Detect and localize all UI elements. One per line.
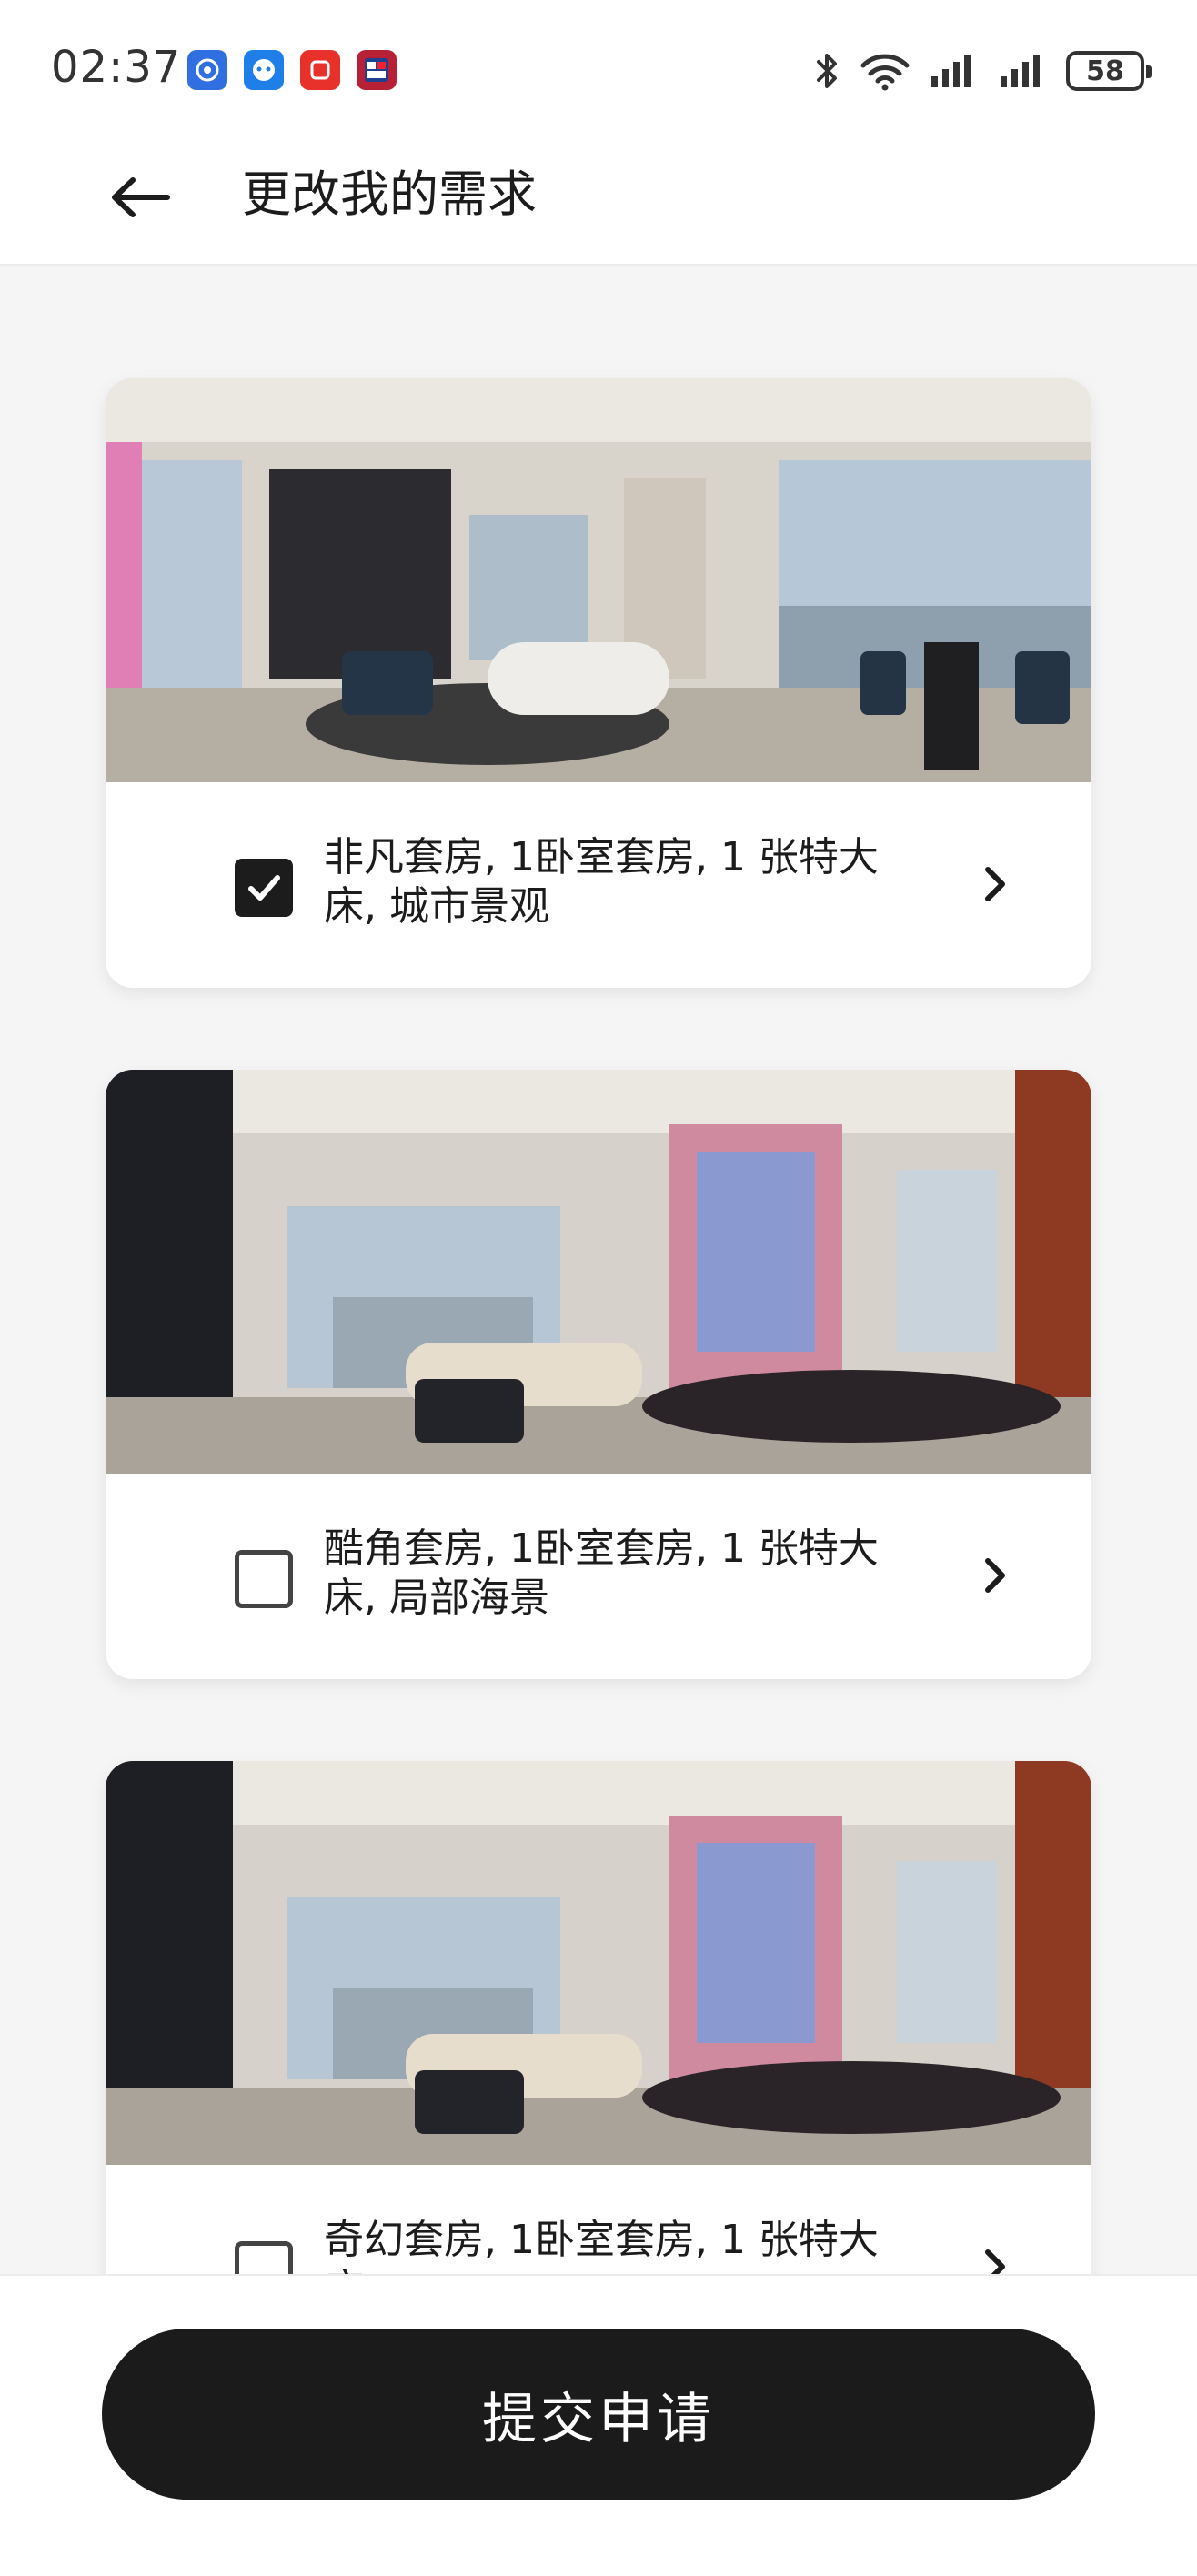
signal-icon: [1001, 55, 1040, 87]
room-card[interactable]: 非凡套房, 1卧室套房, 1 张特大床, 城市景观: [106, 378, 1091, 988]
chevron-right-icon: [985, 1558, 1005, 1593]
room-card-footer: 酷角套房, 1卧室套房, 1 张特大床, 局部海景: [106, 1474, 1091, 1679]
room-detail-button[interactable]: [959, 2230, 1031, 2274]
page-title: 更改我的需求: [242, 166, 537, 223]
red-app-icon: [300, 50, 340, 90]
back-button[interactable]: [98, 156, 180, 238]
bluetooth-icon: [817, 54, 837, 88]
room-photo: [106, 378, 1091, 782]
app-header: 更改我的需求: [0, 136, 1197, 266]
status-time: 02:37: [51, 42, 182, 93]
room-name: 酷角套房, 1卧室套房, 1 张特大床, 局部海景: [324, 1525, 879, 1621]
room-checkbox[interactable]: [235, 859, 293, 917]
assistant-app-icon: [244, 50, 284, 90]
room-detail-button[interactable]: [959, 1539, 1031, 1612]
room-card[interactable]: 酷角套房, 1卧室套房, 1 张特大床, 局部海景: [106, 1070, 1091, 1679]
chat-app-icon: [187, 50, 227, 90]
room-list: 非凡套房, 1卧室套房, 1 张特大床, 城市景观 酷角套房, 1卧室套房, 1…: [0, 266, 1197, 2274]
room-card-footer: 奇幻套房, 1卧室套房, 1 张特大床: [106, 2165, 1091, 2274]
bottom-action-bar: 提交申请: [0, 2274, 1197, 2576]
battery-indicator: 58: [1066, 51, 1152, 91]
submit-request-button[interactable]: 提交申请: [102, 2329, 1095, 2500]
room-detail-button[interactable]: [959, 848, 1031, 921]
status-bar: 02:37 58: [0, 0, 1197, 136]
battery-level: 58: [1086, 55, 1124, 87]
chevron-right-icon: [985, 2249, 1005, 2274]
chevron-right-icon: [985, 867, 1005, 901]
wifi-icon: [860, 54, 910, 91]
room-checkbox[interactable]: [235, 1550, 293, 1608]
room-card-footer: 非凡套房, 1卧室套房, 1 张特大床, 城市景观: [106, 782, 1091, 988]
room-checkbox[interactable]: [235, 2241, 293, 2274]
room-photo: [106, 1761, 1091, 2165]
arrow-left-icon: [112, 177, 170, 217]
room-name: 奇幻套房, 1卧室套房, 1 张特大床: [324, 2217, 879, 2274]
signal-icon: [931, 55, 971, 87]
room-card[interactable]: 奇幻套房, 1卧室套房, 1 张特大床: [106, 1761, 1091, 2274]
checkmark-icon: [248, 875, 280, 901]
room-name: 非凡套房, 1卧室套房, 1 张特大床, 城市景观: [324, 834, 879, 930]
status-icons: 58: [811, 45, 1152, 96]
news-app-icon: [357, 50, 397, 90]
room-photo: [106, 1070, 1091, 1474]
